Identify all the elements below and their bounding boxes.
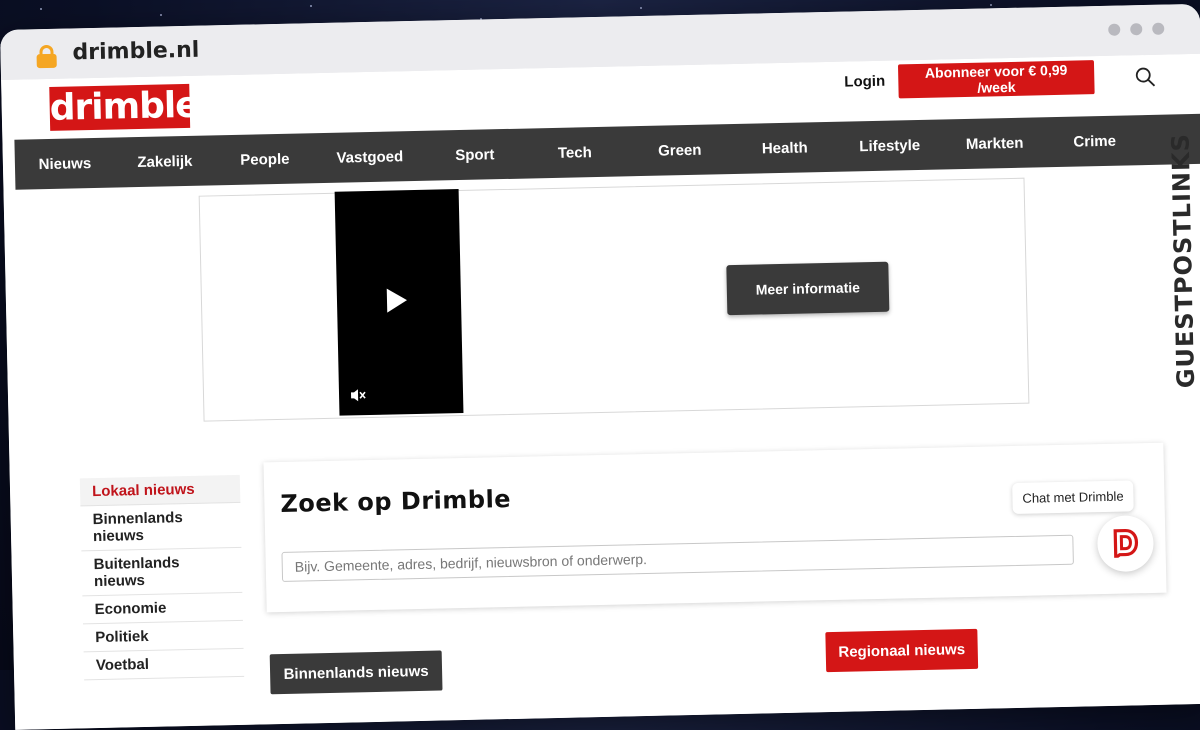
sidebar-item-binnenlands-nieuws[interactable]: Binnenlands nieuws (80, 502, 242, 552)
sidebar-item-economie[interactable]: Economie (82, 592, 243, 625)
nav-item-zakelijk[interactable]: Zakelijk (115, 152, 215, 171)
star (160, 14, 162, 16)
nav-item-nieuws[interactable]: Nieuws (15, 154, 115, 173)
nav-item-sport[interactable]: Sport (425, 145, 525, 164)
video-player[interactable] (334, 189, 464, 416)
sidebar-item-voetbal[interactable]: Voetbal (83, 648, 245, 681)
nav-item-green[interactable]: Green (625, 141, 735, 160)
window-controls (1108, 22, 1165, 36)
nav-item-health[interactable]: Health (735, 138, 835, 157)
watermark-text: GUESTPOSTLINKS (1166, 132, 1200, 389)
drimble-chat-icon (1113, 528, 1139, 558)
sidebar-item-politiek[interactable]: Politiek (82, 620, 244, 653)
page-content: drimble Login Abonneer voor € 0,99 /week… (1, 53, 1200, 730)
star (990, 4, 992, 6)
star (310, 5, 312, 7)
nav-item-vastgoed[interactable]: Vastgoed (315, 147, 425, 166)
sidebar-item-lokaal-nieuws[interactable]: Lokaal nieuws (79, 474, 241, 507)
nav-item-markten[interactable]: Markten (945, 134, 1045, 153)
meer-informatie-button[interactable]: Meer informatie (726, 261, 890, 316)
search-icon[interactable] (1135, 67, 1156, 87)
nav-item-crime[interactable]: Crime (1045, 132, 1145, 151)
search-title: Zoek op Drimble (280, 484, 512, 518)
binnenlands-nieuws-button[interactable]: Binnenlands nieuws (269, 650, 443, 695)
sidebar-item-buitenlands-nieuws[interactable]: Buitenlands nieuws (81, 547, 243, 597)
play-icon[interactable] (386, 288, 408, 313)
subscribe-button[interactable]: Abonneer voor € 0,99 /week (897, 60, 1095, 99)
chat-label[interactable]: Chat met Drimble (1012, 480, 1134, 515)
drimble-logo[interactable]: drimble (49, 83, 199, 131)
window-dot[interactable] (1130, 23, 1143, 36)
ad-banner: Meer informatie (198, 177, 1030, 422)
window-dot[interactable] (1152, 22, 1165, 35)
address-bar-url[interactable]: drimble.nl (72, 38, 199, 66)
nav-item-lifestyle[interactable]: Lifestyle (835, 136, 945, 155)
regionaal-nieuws-button[interactable]: Regionaal nieuws (825, 628, 979, 673)
star (40, 8, 42, 10)
search-card: Zoek op Drimble (263, 442, 1167, 613)
browser-window: drimble.nl drimble Login Abonneer voor €… (0, 3, 1200, 730)
login-link[interactable]: Login (844, 73, 885, 91)
nav-item-people[interactable]: People (215, 150, 315, 169)
category-sidebar: Lokaal nieuws Binnenlands nieuws Buitenlan… (79, 474, 245, 681)
nav-item-tech[interactable]: Tech (525, 143, 625, 162)
lock-icon (36, 44, 57, 69)
watermark: GUESTPOSTLINKS (1160, 114, 1200, 415)
star (640, 7, 642, 9)
mute-icon[interactable] (349, 386, 367, 404)
search-input[interactable] (281, 534, 1074, 582)
window-dot[interactable] (1108, 23, 1121, 36)
